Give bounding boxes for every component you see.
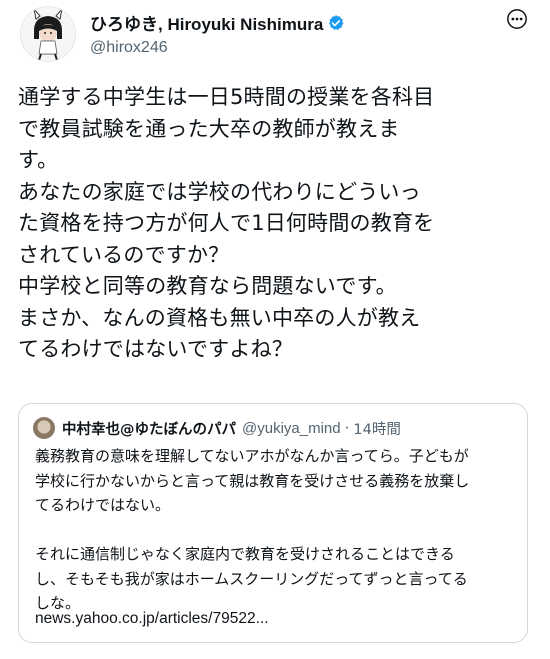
quoted-tweet-text: 義務教育の意味を理解してないアホがなんか言ってら。子どもが 学校に行かないからと… (35, 447, 470, 612)
tweet-text: 通学する中学生は一日5時間の授業を各科目 で教員試験を通った大卒の教師が教えま … (18, 85, 435, 361)
avatar[interactable] (20, 6, 76, 62)
quoted-avatar (33, 417, 55, 439)
tweet: ひろゆき, Hiroyuki Nishimura @hirox246 通学する中… (0, 0, 550, 659)
separator-dot: · (344, 419, 350, 437)
more-options-button[interactable] (502, 4, 532, 34)
quoted-handle: @yukiya_mind (242, 419, 341, 437)
quoted-display-name: 中村幸也@ゆたぼんのパパ (62, 421, 236, 438)
verified-badge-icon (327, 14, 345, 32)
more-icon (507, 9, 527, 29)
author-handle[interactable]: @hirox246 (90, 39, 345, 57)
quoted-tweet-header: 中村幸也@ゆたぼんのパパ @yukiya_mind · 14時間 (33, 417, 515, 439)
avatar-illustration (21, 7, 75, 61)
tweet-header: ひろゆき, Hiroyuki Nishimura @hirox246 (20, 4, 550, 66)
author-block: ひろゆき, Hiroyuki Nishimura @hirox246 (90, 10, 345, 57)
author-display-name[interactable]: ひろゆき, Hiroyuki Nishimura (90, 10, 323, 35)
name-row: ひろゆき, Hiroyuki Nishimura (90, 10, 345, 35)
quoted-timestamp: 14時間 (353, 421, 401, 438)
quoted-tweet[interactable]: 中村幸也@ゆたぼんのパパ @yukiya_mind · 14時間 義務教育の意味… (18, 403, 528, 643)
quoted-tweet-link[interactable]: news.yahoo.co.jp/articles/79522... (35, 610, 269, 628)
